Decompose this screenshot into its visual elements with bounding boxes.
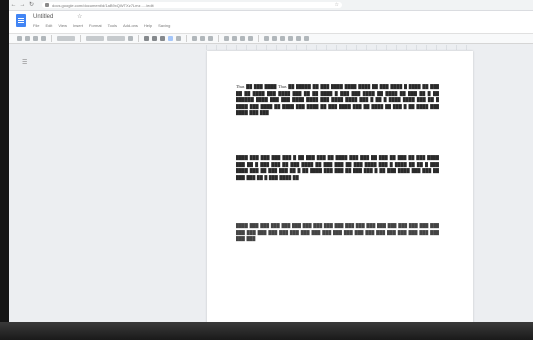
numbered-list-icon[interactable] <box>272 36 277 41</box>
italic-icon[interactable] <box>152 36 157 41</box>
text-color-icon[interactable] <box>168 36 173 41</box>
menu-help[interactable]: Help <box>144 23 152 28</box>
paragraph[interactable]: ████ ███ ███ ███ ███ █ ██ ███ ███ ██ ███… <box>236 155 439 215</box>
line-spacing-icon[interactable] <box>264 36 269 41</box>
undo-icon[interactable] <box>17 36 22 41</box>
document-page[interactable]: Thus ██ ███ ████ Thus ██ █████ ██ ███ ██… <box>207 51 473 329</box>
highlight-icon[interactable] <box>176 36 181 41</box>
docs-header: Untitled ☆ File Edit View Insert Format … <box>9 11 533 33</box>
url-text: docs.google.com/document/d/1aB9xQWTXz7Lm… <box>52 2 154 8</box>
reload-icon[interactable]: ↻ <box>27 1 36 10</box>
comment-icon[interactable] <box>200 36 205 41</box>
save-status: Saving <box>158 23 171 28</box>
docs-logo-icon[interactable] <box>16 14 26 27</box>
menu-edit[interactable]: Edit <box>45 23 52 28</box>
screen: ← → ↻ docs.google.com/document/d/1aB9xQW… <box>0 0 533 340</box>
toolbar-divider <box>218 35 219 42</box>
address-bar[interactable]: docs.google.com/document/d/1aB9xQWTXz7Lm… <box>42 2 342 8</box>
indent-increase-icon[interactable] <box>296 36 301 41</box>
redo-icon[interactable] <box>25 36 30 41</box>
indent-decrease-icon[interactable] <box>288 36 293 41</box>
menu-bar: File Edit View Insert Format Tools Add-o… <box>33 23 170 28</box>
align-right-icon[interactable] <box>240 36 245 41</box>
menu-tools[interactable]: Tools <box>108 23 117 28</box>
menu-view[interactable]: View <box>58 23 67 28</box>
menu-insert[interactable]: Insert <box>73 23 83 28</box>
outline-icon[interactable]: ☰ <box>22 60 28 66</box>
justify-icon[interactable] <box>248 36 253 41</box>
align-left-icon[interactable] <box>224 36 229 41</box>
style-select[interactable] <box>86 36 104 41</box>
forward-icon[interactable]: → <box>18 1 27 10</box>
formatting-toolbar <box>9 33 533 44</box>
menu-file[interactable]: File <box>33 23 39 28</box>
bulleted-list-icon[interactable] <box>280 36 285 41</box>
underline-icon[interactable] <box>160 36 165 41</box>
paragraph[interactable]: Thus ██ ███ ████ Thus ██ █████ ██ ███ ██… <box>236 84 439 138</box>
ruler[interactable] <box>206 45 476 50</box>
toolbar-divider <box>258 35 259 42</box>
toolbar-divider <box>51 35 52 42</box>
paragraph[interactable]: ████ ███ ███ ███ ███ ███ ███ ███ ███ ███… <box>236 223 439 253</box>
document-workspace: ☰ Thus ██ ███ ████ Thus ██ █████ ██ ███ … <box>9 45 533 329</box>
document-title[interactable]: Untitled <box>33 14 53 20</box>
font-select[interactable] <box>107 36 125 41</box>
spellcheck-icon[interactable] <box>41 36 46 41</box>
font-size-select[interactable] <box>128 36 133 41</box>
menu-format[interactable]: Format <box>89 23 102 28</box>
print-icon[interactable] <box>33 36 38 41</box>
star-icon[interactable]: ☆ <box>77 13 82 20</box>
menu-addons[interactable]: Add-ons <box>123 23 138 28</box>
zoom-select[interactable] <box>57 36 75 41</box>
screen-bezel <box>0 322 533 340</box>
image-icon[interactable] <box>208 36 213 41</box>
align-center-icon[interactable] <box>232 36 237 41</box>
screen-bezel <box>0 0 9 340</box>
bookmark-star-icon[interactable]: ☆ <box>335 2 339 8</box>
lock-icon <box>45 3 49 7</box>
link-icon[interactable] <box>192 36 197 41</box>
toolbar-divider <box>80 35 81 42</box>
back-icon[interactable]: ← <box>9 1 18 10</box>
browser-toolbar: ← → ↻ docs.google.com/document/d/1aB9xQW… <box>9 0 533 11</box>
toolbar-divider <box>138 35 139 42</box>
clear-format-icon[interactable] <box>304 36 309 41</box>
toolbar-divider <box>186 35 187 42</box>
bold-icon[interactable] <box>144 36 149 41</box>
